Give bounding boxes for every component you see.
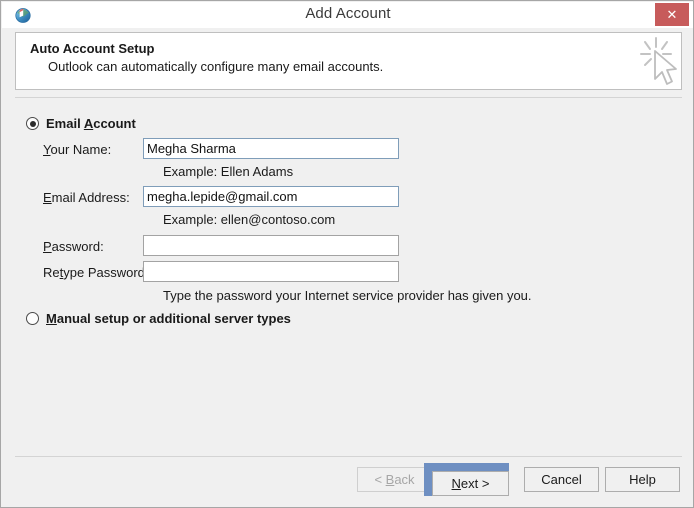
radio-email-account-label-accel: A [83,116,94,131]
close-icon[interactable]: ✕ [655,3,689,26]
help-button[interactable]: Help [605,467,680,492]
back-button-pre: < [374,472,386,487]
email-address-label-accel: E [43,190,52,205]
email-address-label: Email Address: [43,190,130,205]
retype-password-label-post: ype Password: [63,265,149,280]
your-name-example: Example: Ellen Adams [163,164,294,179]
next-button-post: ext > [460,476,490,491]
main-content: Email Account Your Name: Example: Ellen … [15,97,682,453]
email-address-example: Example: ellen@contoso.com [163,212,336,227]
next-button-accel: N [451,476,461,491]
retype-password-input[interactable] [143,261,399,282]
email-address-label-post: mail Address: [51,190,130,205]
cancel-button-label: Cancel [541,472,582,487]
radio-manual-setup[interactable]: Manual setup or additional server types [26,311,291,326]
cancel-button[interactable]: Cancel [524,467,599,492]
your-name-input[interactable] [143,138,399,159]
back-button-post: ack [394,472,415,487]
radio-email-account-label-post: ccount [93,116,136,131]
header-panel: Auto Account Setup Outlook can automatic… [15,32,682,90]
radio-manual-setup-dot[interactable] [26,312,39,325]
password-label: Password: [43,239,104,254]
retype-password-label-pre: Re [43,265,60,280]
radio-manual-setup-label[interactable]: Manual setup or additional server types [46,311,291,326]
radio-manual-setup-label-accel: M [46,311,57,326]
next-button[interactable]: Next > [432,471,509,496]
password-help-text: Type the password your Internet service … [163,288,532,303]
radio-manual-setup-label-post: anual setup or additional server types [56,311,291,326]
your-name-label-post: our Name: [50,142,112,157]
radio-email-account-label[interactable]: Email Account [46,116,136,131]
your-name-label: Your Name: [43,142,111,157]
password-input[interactable] [143,235,399,256]
page-title: Add Account [305,5,391,22]
add-account-dialog: Add Account ✕ Auto Account Setup Outlook… [0,0,694,508]
mouse-cursor-sparkle-icon [636,34,682,90]
help-button-label: Help [629,472,656,487]
title-bar: Add Account ✕ [2,2,693,28]
radio-email-account[interactable]: Email Account [26,116,136,131]
email-address-input[interactable] [143,186,399,207]
back-button[interactable]: < Back [357,467,432,492]
header-subtitle: Outlook can automatically configure many… [48,59,384,74]
retype-password-label: Retype Password: [43,265,149,280]
radio-email-account-dot[interactable] [26,117,39,130]
password-label-accel: P [43,239,52,254]
radio-email-account-label-pre: Email [46,116,84,131]
next-button-focus-ring: Next > [424,463,509,496]
password-label-post: assword: [51,239,104,254]
header-title: Auto Account Setup [30,41,155,56]
